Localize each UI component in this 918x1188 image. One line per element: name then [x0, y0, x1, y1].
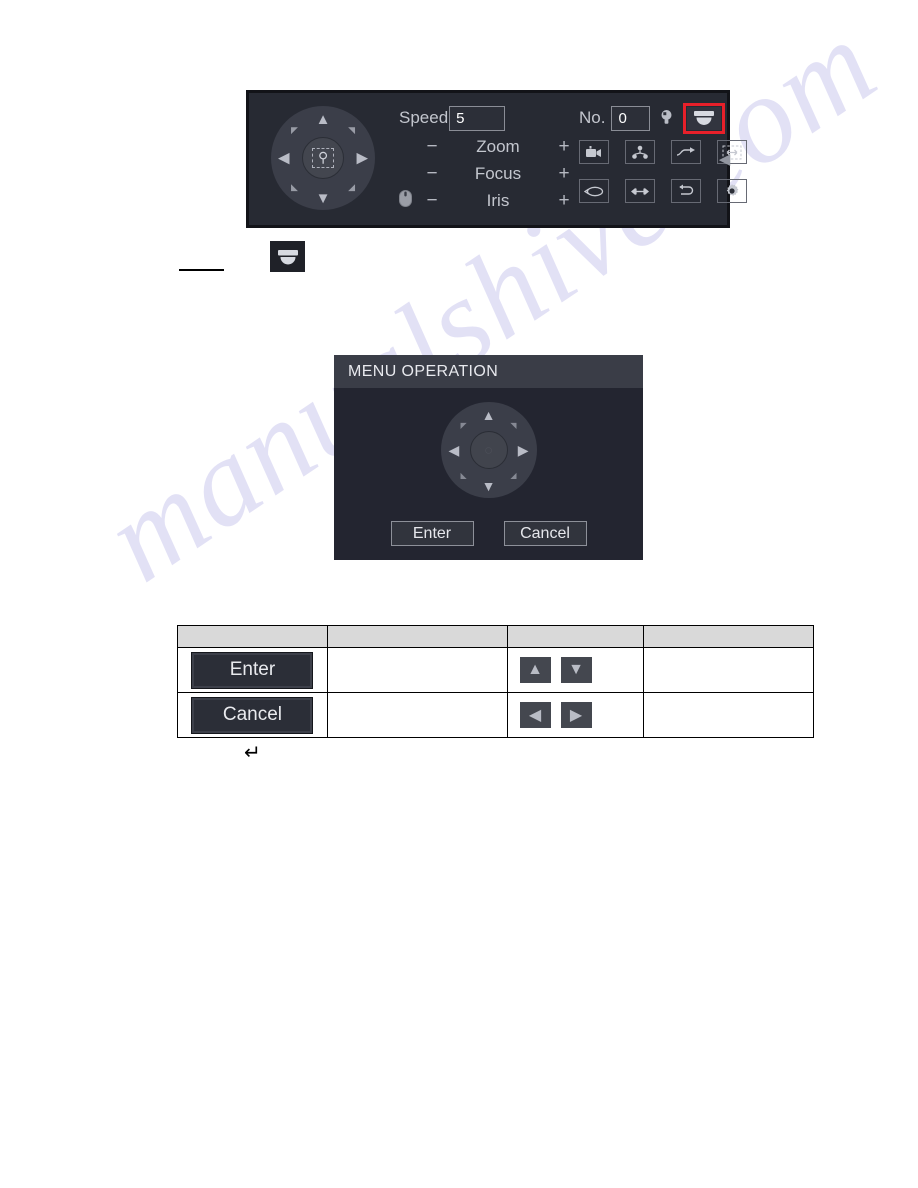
pan-up-right-icon[interactable]: ◥: [348, 126, 355, 135]
ptz-control-panel: ▲ ▼ ◀ ▶ ◤ ◥ ◣ ◢ ⚲ Speed 5 − Zoom + − Foc…: [246, 90, 747, 228]
arrow-down-key[interactable]: ▼: [560, 657, 592, 683]
flip-undo-icon[interactable]: [671, 179, 701, 203]
dialog-title: MENU OPERATION: [334, 355, 643, 388]
table-cell-description: [326, 692, 508, 738]
table-cell-description: [326, 647, 508, 693]
dome-menu-button[interactable]: [687, 106, 721, 130]
iris-minus-button[interactable]: −: [421, 191, 443, 210]
tour-arrow-icon[interactable]: [671, 140, 701, 164]
focus-plus-button[interactable]: +: [553, 164, 575, 183]
dialog-down-left-icon[interactable]: ◣: [461, 472, 467, 480]
table-row: Enter ▲ ▼: [177, 647, 814, 693]
pan-down-icon[interactable]: ▼: [316, 191, 331, 206]
light-bulb-icon[interactable]: [658, 105, 675, 131]
pan-down-right-icon[interactable]: ◢: [348, 183, 355, 192]
iris-plus-button[interactable]: +: [553, 191, 575, 210]
table-header-cell-3: [506, 625, 645, 648]
zoom-row: − Zoom +: [399, 133, 575, 160]
return-mark-icon: ↵: [244, 742, 261, 764]
dialog-left-icon[interactable]: ◀: [449, 443, 460, 457]
zoom-search-button[interactable]: ⚲: [302, 137, 344, 179]
focus-minus-button[interactable]: −: [421, 164, 443, 183]
horizontal-pan-icon[interactable]: [625, 179, 655, 203]
ptz-adjust-column: Speed 5 − Zoom + − Focus + − Iris +: [399, 103, 575, 214]
dialog-center-button[interactable]: ○: [469, 431, 508, 469]
reference-table: Enter ▲ ▼ Cancel ◀ ▶: [177, 625, 814, 738]
arrow-left-key[interactable]: ◀: [519, 702, 551, 728]
no-label: No.: [579, 108, 606, 127]
preset-no-row: No. 0: [579, 102, 725, 134]
iris-row: − Iris +: [399, 187, 575, 214]
speed-input[interactable]: 5: [449, 105, 506, 131]
table-header-row: [177, 625, 814, 648]
table-cell-keys: ◀ ▶: [506, 692, 645, 738]
dialog-right-icon[interactable]: ▶: [518, 443, 529, 457]
dialog-button-row: Enter Cancel: [334, 521, 643, 546]
arrow-up-key[interactable]: ▲: [519, 657, 551, 683]
dialog-down-right-icon[interactable]: ◢: [510, 472, 516, 480]
zoom-plus-button[interactable]: +: [553, 137, 575, 156]
rotate-loop-icon[interactable]: [579, 179, 609, 203]
arrow-right-key[interactable]: ▶: [560, 702, 592, 728]
scan-pattern-icon[interactable]: [625, 140, 655, 164]
table-row: Cancel ◀ ▶: [177, 692, 814, 738]
table-cell-button: Enter: [177, 647, 328, 693]
dialog-down-icon[interactable]: ▼: [482, 479, 496, 493]
collapse-left-icon[interactable]: ◀: [719, 146, 731, 172]
table-header-cell-4: [643, 625, 814, 648]
ptz-function-grid: [579, 140, 747, 203]
dome-button-highlight: [683, 102, 725, 134]
zoom-label: Zoom: [476, 136, 520, 156]
zoom-search-icon: ⚲: [312, 148, 334, 168]
table-cancel-button[interactable]: Cancel: [191, 696, 314, 734]
speed-label: Speed: [399, 108, 449, 127]
table-header-cell-2: [326, 625, 508, 648]
dialog-up-right-icon[interactable]: ◥: [510, 422, 516, 430]
pan-down-left-icon[interactable]: ◣: [291, 183, 298, 192]
dome-camera-icon: [277, 249, 298, 264]
speed-row: Speed 5: [399, 103, 575, 133]
menu-operation-dialog: MENU OPERATION ▲ ▼ ◀ ▶ ◤ ◥ ◣ ◢ ○ Enter C…: [334, 355, 643, 560]
paragraph-rule: [179, 269, 224, 271]
dialog-cancel-button[interactable]: Cancel: [503, 521, 587, 546]
ptz-function-column: No. 0: [579, 102, 747, 203]
inline-dome-camera-button[interactable]: [270, 241, 305, 272]
focus-label: Focus: [474, 163, 522, 183]
iris-label: Iris: [486, 190, 510, 210]
mouse-icon: [399, 190, 412, 207]
table-header-cell-1: [177, 625, 328, 648]
pan-up-left-icon[interactable]: ◤: [291, 126, 298, 135]
dialog-body: ▲ ▼ ◀ ▶ ◤ ◥ ◣ ◢ ○ Enter Cancel: [334, 388, 643, 560]
focus-row: − Focus +: [399, 160, 575, 187]
dialog-up-icon[interactable]: ▲: [482, 408, 496, 422]
dialog-enter-button[interactable]: Enter: [390, 521, 474, 546]
pan-right-icon[interactable]: ▶: [356, 151, 368, 166]
no-input[interactable]: 0: [611, 105, 650, 131]
dialog-up-left-icon[interactable]: ◤: [461, 422, 467, 430]
zoom-minus-button[interactable]: −: [421, 137, 443, 156]
table-cell-note: [643, 647, 814, 693]
ptz-direction-pad[interactable]: ▲ ▼ ◀ ▶ ◤ ◥ ◣ ◢ ⚲: [271, 106, 375, 210]
table-cell-keys: ▲ ▼: [506, 647, 645, 693]
settings-gear-icon[interactable]: [717, 179, 747, 203]
table-enter-button[interactable]: Enter: [191, 651, 314, 689]
table-cell-note: [643, 692, 814, 738]
pan-up-icon[interactable]: ▲: [316, 112, 331, 127]
pan-left-icon[interactable]: ◀: [278, 151, 290, 166]
table-cell-button: Cancel: [177, 692, 328, 738]
dome-camera-icon: [694, 111, 714, 125]
preset-camera-icon[interactable]: [579, 140, 609, 164]
dialog-direction-pad[interactable]: ▲ ▼ ◀ ▶ ◤ ◥ ◣ ◢ ○: [440, 402, 537, 498]
